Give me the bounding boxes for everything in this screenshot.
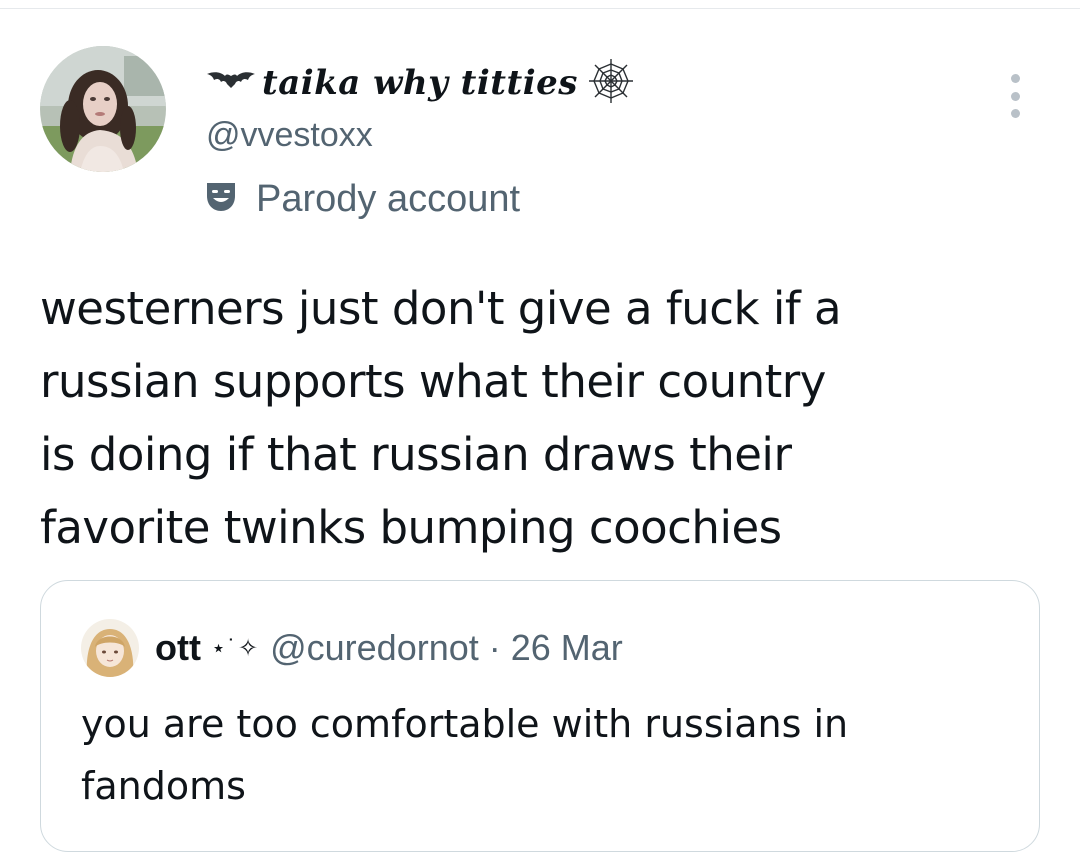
more-options-icon[interactable] xyxy=(1002,74,1028,118)
author-handle[interactable]: @vvestoxx xyxy=(206,116,373,155)
tweet-text-line: russian supports what their country xyxy=(40,355,826,408)
tweet-text: westerners just don't give a fuck if a r… xyxy=(40,272,1030,564)
parody-account-text: Parody account xyxy=(256,178,521,220)
quoted-author-name[interactable]: ott xyxy=(155,627,201,669)
separator-dot: · xyxy=(488,627,501,668)
tweet-text-line: is doing if that russian draws their xyxy=(40,428,792,481)
quoted-tweet-text-line: you are too comfortable with russians in xyxy=(81,702,849,746)
top-divider xyxy=(0,0,1080,9)
author-avatar-image xyxy=(40,46,166,172)
tweet-text-line: favorite twinks bumping coochies xyxy=(40,501,782,554)
quoted-author-name-decoration: ⋆˙✧ xyxy=(210,634,261,662)
quoted-author-avatar[interactable] xyxy=(81,619,139,677)
quoted-tweet[interactable]: ott ⋆˙✧ @curedornot · 26 Mar you are too… xyxy=(40,580,1040,852)
quoted-tweet-text-line: fandoms xyxy=(81,764,246,808)
quoted-tweet-text: you are too comfortable with russians in… xyxy=(81,693,1001,817)
author-display-name: taika why titties xyxy=(262,63,578,103)
bat-icon xyxy=(206,70,256,97)
author-name-row[interactable]: taika why titties xyxy=(206,58,636,108)
quoted-tweet-header: ott ⋆˙✧ @curedornot · 26 Mar xyxy=(81,617,623,679)
parody-mask-icon xyxy=(204,180,238,219)
author-avatar[interactable] xyxy=(40,46,166,172)
spiderweb-icon xyxy=(586,56,636,111)
quoted-tweet-date[interactable]: 26 Mar xyxy=(511,627,623,669)
parody-account-label: Parody account xyxy=(204,178,520,221)
quoted-author-handle[interactable]: @curedornot xyxy=(270,627,479,669)
tweet-text-line: westerners just don't give a fuck if a xyxy=(40,282,842,335)
